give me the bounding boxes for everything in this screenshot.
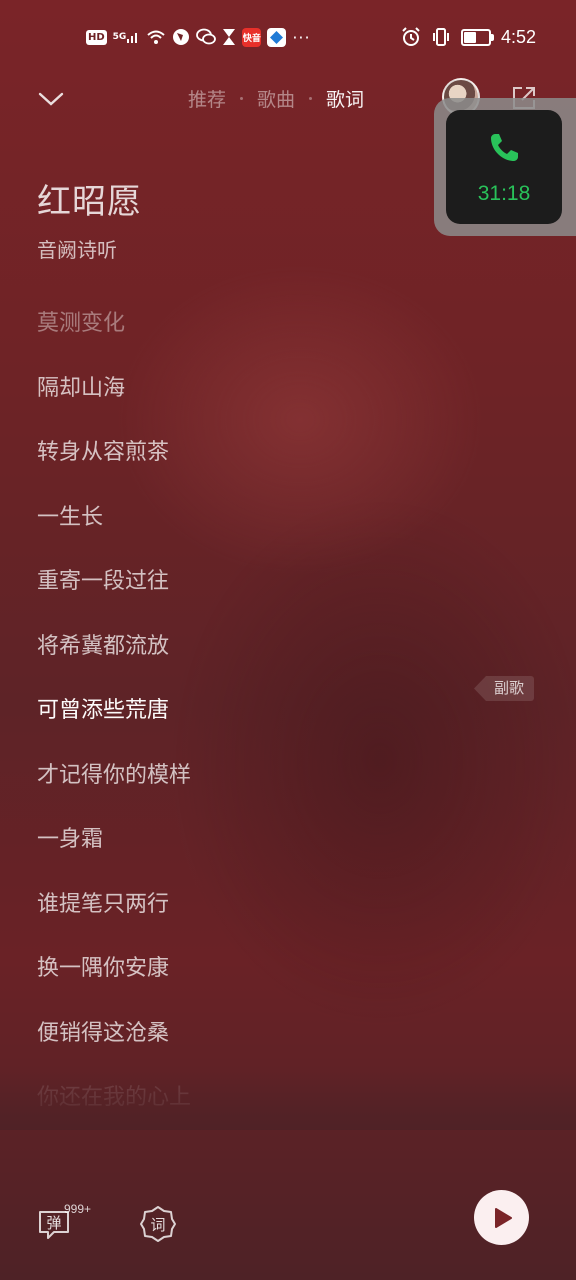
lyric-button-label: 词 [150, 1216, 165, 1234]
clock: 4:52 [500, 26, 536, 47]
status-left-icons: HD 5G 快音 ··· [86, 24, 311, 50]
tab-recommend[interactable]: 推荐 [188, 85, 226, 112]
lyric-line[interactable]: 重寄一段过往 [37, 566, 477, 631]
status-right-icons: 4:52 [401, 24, 536, 50]
play-icon [494, 1207, 512, 1228]
collapse-button[interactable] [34, 82, 68, 116]
lyric-line[interactable]: 隔却山海 [37, 373, 477, 438]
bottom-controls: 弹 999+ 词 [0, 1190, 576, 1260]
lyric-line[interactable]: 谁提笔只两行 [37, 889, 477, 954]
lyric-line[interactable]: 才记得你的模样 [37, 760, 477, 825]
blue-app-icon [267, 27, 287, 47]
play-button[interactable] [474, 1190, 529, 1245]
call-floating-window[interactable]: 31:18 [434, 98, 576, 236]
hd-badge: HD [86, 29, 107, 45]
wechat-icon [196, 27, 217, 47]
phone-icon [491, 134, 518, 161]
danmu-count: 999+ [64, 1202, 92, 1216]
more-notifications-icon: ··· [292, 27, 311, 47]
lyrics-fade-overlay [0, 1070, 576, 1130]
lyric-line[interactable]: 一生长 [37, 502, 477, 567]
browser-icon [172, 27, 190, 47]
song-artist[interactable]: 音阙诗听 [37, 234, 117, 263]
tab-song[interactable]: 歌曲 [257, 85, 295, 112]
lyric-line[interactable]: 一身霜 [37, 824, 477, 889]
lyrics-translate-button[interactable]: 词 [138, 1204, 178, 1244]
wifi-icon [146, 27, 166, 47]
song-title: 红昭愿 [37, 182, 142, 222]
tab-separator [240, 96, 244, 100]
lyrics-list[interactable]: 莫测变化 隔却山海 转身从容煎茶 一生长 重寄一段过往 将希冀都流放 可曾添些荒… [37, 308, 477, 1147]
lyric-line[interactable]: 换一隅你安康 [37, 953, 477, 1018]
hourglass-icon [222, 27, 236, 47]
video-app-icon: 快音 [242, 27, 262, 47]
chorus-tag[interactable]: 副歌 [474, 676, 535, 701]
alarm-icon [401, 27, 421, 47]
battery-icon [460, 27, 494, 47]
lyric-line[interactable]: 将希冀都流放 [37, 631, 477, 696]
network-type: 5G [112, 31, 127, 42]
tab-lyrics[interactable]: 歌词 [326, 85, 364, 112]
lyric-line-current[interactable]: 可曾添些荒唐 [37, 695, 477, 760]
lyric-line[interactable]: 莫测变化 [37, 308, 477, 373]
call-panel: 31:18 [446, 110, 562, 224]
lyric-line[interactable]: 转身从容煎茶 [37, 437, 477, 502]
call-timer: 31:18 [477, 182, 531, 205]
status-bar: HD 5G 快音 ··· 4:52 [0, 0, 576, 74]
tab-bar: 推荐 歌曲 歌词 [188, 84, 364, 112]
chevron-down-icon [38, 92, 64, 106]
vibrate-icon [431, 27, 451, 47]
cellular-signal-icon: 5G [113, 27, 141, 47]
danmu-label: 弹 [46, 1214, 61, 1232]
tab-separator [309, 96, 313, 100]
